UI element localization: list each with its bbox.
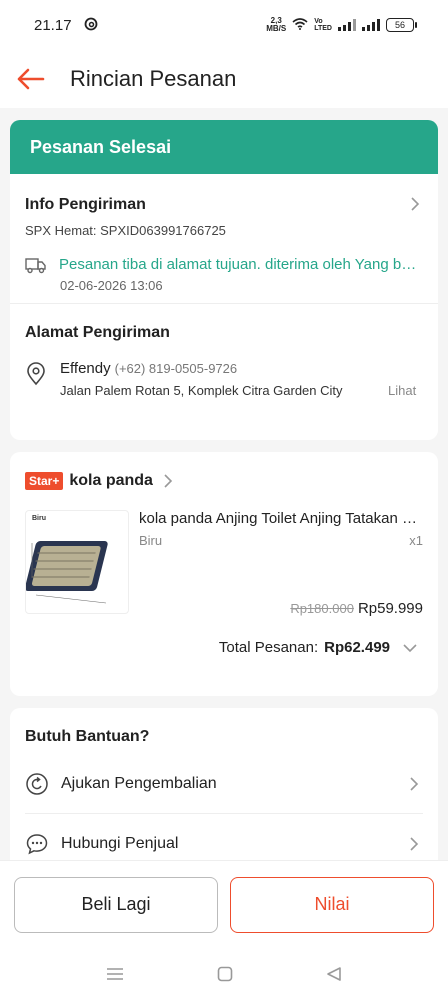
return-icon [26,772,48,795]
chevron-right-icon [410,776,419,791]
network-speed: 2,3 MB/S [266,17,286,33]
rate-button[interactable]: Nilai [230,876,434,933]
chevron-right-icon [410,837,419,851]
chevron-right-icon [164,474,173,488]
address-line: Jalan Palem Rotan 5, Komplek Citra Garde… [60,383,343,398]
page-title: Rincian Pesanan [70,66,237,91]
location-pin-icon [27,362,45,386]
chevron-right-icon [411,197,420,211]
product-item[interactable]: Biru kola panda Anjing Toilet Anjing Tat… [10,490,438,617]
shipping-address-title: Alamat Pengiriman [25,324,170,341]
product-image: Biru [25,510,129,614]
signal-icon-2 [362,19,380,31]
action-bar: Beli Lagi Nilai [0,860,448,948]
order-total-value: Rp62.499 [324,639,390,656]
volte-top: Vo [314,18,323,25]
order-total-label: Total Pesanan: [218,639,319,656]
return-request-item[interactable]: Ajukan Pengembalian [25,754,423,814]
shipping-info-section[interactable]: Info Pengiriman SPX Hemat: SPXID06399176… [10,174,438,304]
return-request-label: Ajukan Pengembalian [61,774,217,792]
status-time: 21.17 [34,16,72,34]
chevron-down-icon [403,643,417,652]
product-variant: Biru [139,533,163,548]
help-card: Butuh Bantuan? Ajukan Pengembalian Hubun… [10,708,438,860]
status-bar: 21.17 2,3 MB/S Vo LTED 56 [0,0,448,50]
contact-seller-item[interactable]: Hubungi Penjual [25,814,423,860]
shop-header[interactable]: Star+ kola panda [10,452,438,490]
dog-toilet-tray-illustration [26,541,108,604]
tracking-number: SPX Hemat: SPXID063991766725 [25,223,226,238]
battery-icon: 56 [386,18,417,32]
threads-icon [84,17,98,34]
back-arrow-icon [17,68,45,90]
truck-icon [25,258,46,274]
battery-level: 56 [394,20,405,30]
home-nav-icon[interactable] [217,966,233,982]
recipient-name: Effendy [60,360,111,377]
system-nav-bar [0,948,448,1000]
shop-name: kola panda [69,472,153,489]
product-price: Rp59.999 [357,600,423,617]
star-plus-badge: Star+ [25,472,64,490]
shop-card: Star+ kola panda Biru kola panda Anjing … [10,452,438,696]
recipient-phone: (+62) 819-0505-9726 [114,361,238,376]
buy-again-button[interactable]: Beli Lagi [14,876,218,933]
order-status-banner: Pesanan Selesai [10,120,438,174]
original-price: Rp180.000 [290,601,354,616]
view-address-link[interactable]: Lihat [388,383,416,398]
app-header: Rincian Pesanan [0,50,448,108]
volte-indicator: Vo LTED [314,18,332,32]
volte-bottom: LTED [314,25,332,32]
chat-icon [26,834,48,855]
wifi-icon [292,18,308,32]
status-indicators: 2,3 MB/S Vo LTED 56 [266,17,417,33]
shipping-status: Pesanan tiba di alamat tujuan. diterima … [59,256,419,273]
back-nav-icon[interactable] [326,966,342,982]
signal-icon [338,19,356,31]
menu-nav-icon[interactable] [106,967,124,981]
product-quantity: x1 [409,533,423,548]
order-card: Pesanan Selesai Info Pengiriman SPX Hema… [10,120,438,440]
back-button[interactable] [0,50,60,108]
order-total-row[interactable]: Total Pesanan: Rp62.499 [10,617,438,656]
order-detail-content: Pesanan Selesai Info Pengiriman SPX Hema… [0,108,448,860]
contact-seller-label: Hubungi Penjual [61,835,179,852]
network-speed-unit: MB/S [266,24,287,33]
order-status: Pesanan Selesai [30,136,172,157]
product-name: kola panda Anjing Toilet Anjing Tatakan … [139,510,419,527]
shipping-time: 02-06-2026 13:06 [60,278,163,293]
shipping-address-section[interactable]: Alamat Pengiriman Effendy (+62) 819-0505-… [10,304,438,398]
shipping-info-title: Info Pengiriman [25,196,146,213]
help-title: Butuh Bantuan? [25,728,150,745]
